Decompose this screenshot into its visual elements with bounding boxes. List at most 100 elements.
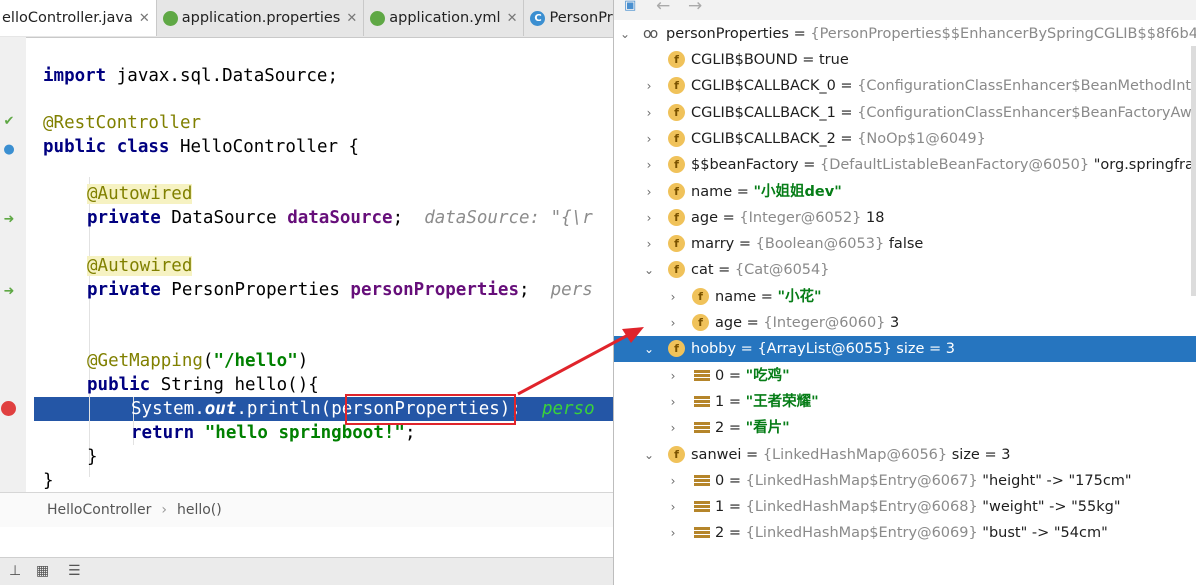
variable-str: "看片" [745,420,790,436]
breadcrumb-item-class[interactable]: HelloController [47,502,151,518]
tab-application-yml[interactable]: application.yml ✕ [364,0,525,36]
class-icon: C [530,10,546,26]
variable-row[interactable]: › 2 = "看片" [614,415,1196,441]
code-line-autowired: @Autowired [87,184,193,204]
variable-plain: false [884,236,924,252]
forward-arrow-icon[interactable]: → [688,0,702,16]
tab-application-properties[interactable]: application.properties ✕ [157,0,365,36]
variable-type: {DefaultListableBeanFactory@6050} [820,157,1090,173]
tab-hello-controller[interactable]: elloController.java ✕ [0,0,157,36]
variable-name: name [691,184,733,200]
close-icon[interactable]: ✕ [346,11,357,26]
code-area[interactable]: import javax.sql.DataSource; @RestContro… [43,37,613,492]
variable-plain: "bust" -> "54cm" [977,525,1108,541]
chevron-down-icon[interactable]: ⌄ [643,442,655,468]
list-entry-icon [694,422,710,434]
tab-person-properties[interactable]: C PersonPro [524,0,613,36]
variable-row[interactable]: › f marry = {Boolean@6053} false [614,231,1196,257]
tab-label: elloController.java [2,10,133,26]
spring-leaf-icon [370,10,386,26]
close-icon[interactable]: ✕ [507,11,518,26]
inline-value-hint: dataSource: "{\r [424,208,593,228]
code-editor[interactable]: elloController.java ✕ application.proper… [0,0,613,585]
scrollbar[interactable] [1191,46,1196,296]
breadcrumb-item-method[interactable]: hello() [177,502,222,518]
chevron-right-icon[interactable]: › [667,284,679,310]
pin-icon[interactable]: ⊥ [9,564,25,578]
chevron-right-icon[interactable]: › [643,179,655,205]
code-line-autowired: @Autowired [87,256,193,276]
variable-row[interactable]: › f age = {Integer@6060} 3 [614,310,1196,336]
variable-row-root[interactable]: ⌄ oo personProperties = {PersonPropertie… [614,21,1196,47]
breakpoint-icon[interactable] [1,401,16,416]
variable-plain: true [819,52,849,68]
autowired-navigate-icon[interactable]: ➜ [2,285,16,299]
variable-name: marry [691,236,735,252]
chevron-down-icon[interactable]: ⌄ [643,336,655,362]
code-line-class-decl: public class HelloController { [43,137,360,157]
variable-eq: = [724,499,746,515]
chevron-right-icon[interactable]: › [643,126,655,152]
variable-eq: = [797,52,819,68]
variable-type: {LinkedHashMap$Entry@6067} [745,473,978,489]
chevron-right-icon[interactable]: › [643,100,655,126]
chevron-right-icon[interactable]: › [667,520,679,546]
variable-row[interactable]: › f CGLIB$CALLBACK_1 = {ConfigurationClass… [614,100,1196,126]
variable-row[interactable]: › f CGLIB$CALLBACK_0 = {ConfigurationClass… [614,73,1196,99]
restore-layout-icon[interactable]: ▣ [624,0,636,13]
spring-bean-icon[interactable]: ✔ [2,115,16,129]
code-line-field-datasource: private DataSource dataSource; dataSourc… [87,208,593,228]
field-icon: f [668,51,685,68]
field-icon: f [668,209,685,226]
variable-plain: 3 [885,315,900,331]
class-icon[interactable]: ● [2,143,16,157]
variable-row[interactable]: ⌄ f cat = {Cat@6054} [614,257,1196,283]
variable-row[interactable]: ⌄ f sanwei = {LinkedHashMap@6056} size = 3 [614,442,1196,468]
autowired-navigate-icon[interactable]: ➜ [2,213,16,227]
variable-row[interactable]: › f name = "小姐姐dev" [614,179,1196,205]
chevron-down-icon[interactable]: ⌄ [643,257,655,283]
chevron-right-icon[interactable]: › [643,73,655,99]
chevron-right-icon[interactable]: › [643,205,655,231]
variable-name: 1 [715,499,725,515]
editor-gutter[interactable]: ✔ ● ➜ ➜ [0,37,26,492]
back-arrow-icon[interactable]: ← [656,0,670,16]
chevron-down-icon[interactable]: ⌄ [619,21,631,47]
code-line-getmapping: @GetMapping("/hello") [87,351,309,371]
table-view-icon[interactable]: ▦ [36,564,52,578]
close-icon[interactable]: ✕ [139,11,150,26]
variable-row[interactable]: ⌄ f hobby = {ArrayList@6055} size = 3 [614,336,1196,362]
debug-variables-panel[interactable]: ▣ ← → ⌄ oo personProperties = {PersonPro… [613,0,1196,585]
variable-eq: = [798,157,820,173]
variable-row[interactable]: › f CGLIB$CALLBACK_2 = {NoOp$1@6049} [614,126,1196,152]
variable-row[interactable]: › 1 = "王者荣耀" [614,389,1196,415]
variable-row[interactable]: › 0 = "吃鸡" [614,363,1196,389]
code-line-field-person: private PersonProperties personPropertie… [87,280,593,300]
variable-eq: = [732,184,754,200]
chevron-right-icon[interactable]: › [667,310,679,336]
variable-row[interactable]: › f $$beanFactory = {DefaultListableBeanFa… [614,152,1196,178]
variable-row[interactable]: › 1 = {LinkedHashMap$Entry@6068} "weight"… [614,494,1196,520]
chevron-right-icon[interactable]: › [643,152,655,178]
chevron-right-icon[interactable]: › [667,494,679,520]
object-icon: oo [643,26,658,42]
variable-name: age [691,210,719,226]
field-icon: f [668,261,685,278]
variable-row[interactable]: › f name = "小花" [614,284,1196,310]
variable-row[interactable]: f CGLIB$BOUND = true [614,47,1196,73]
chevron-right-icon[interactable]: › [667,389,679,415]
variable-eq: = [724,368,746,384]
layout-icon[interactable]: ☰ [68,564,84,578]
chevron-right-icon[interactable]: › [667,415,679,441]
variable-name: CGLIB$CALLBACK_0 [691,78,836,94]
chevron-right-icon[interactable]: › [643,231,655,257]
chevron-right-icon[interactable]: › [667,468,679,494]
variable-row[interactable]: › 0 = {LinkedHashMap$Entry@6067} "height"… [614,468,1196,494]
breadcrumb: HelloController › hello() [0,492,613,527]
list-entry-icon [694,501,710,513]
variable-row[interactable]: › f age = {Integer@6052} 18 [614,205,1196,231]
variable-eq: = [724,473,746,489]
bottom-toolbar: ⊥ ▦ ☰ [0,557,613,585]
variable-row[interactable]: › 2 = {LinkedHashMap$Entry@6069} "bust" -… [614,520,1196,546]
chevron-right-icon[interactable]: › [667,363,679,389]
